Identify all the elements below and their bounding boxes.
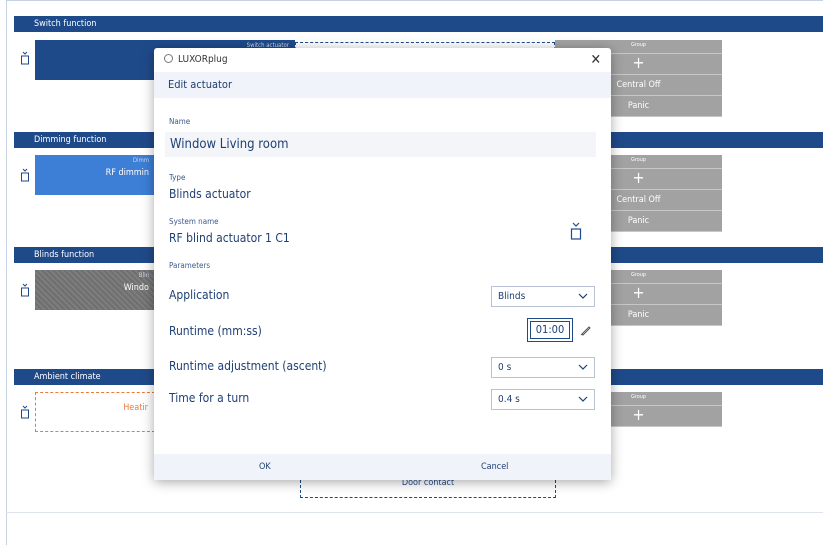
runtime-adjustment-select[interactable]: 0 s — [491, 357, 595, 378]
tile-name-label: Windo — [123, 283, 149, 293]
tile-name-label: RF dimmin — [105, 168, 149, 178]
runtime-label: Runtime (mm:ss) — [169, 324, 262, 338]
section-header-switch: Switch function — [14, 16, 823, 32]
runtime-value: 01:00 — [530, 321, 570, 339]
frame-top-border — [6, 0, 823, 1]
tile-type-label: Blin — [138, 272, 149, 279]
dialog-header: Edit actuator — [154, 72, 611, 98]
turn-time-select[interactable]: 0.4 s — [491, 389, 595, 410]
runtime-adjustment-value: 0 s — [498, 362, 512, 373]
edit-actuator-dialog: LUXORplug ✕ Edit actuator Name Type Blin… — [154, 48, 611, 480]
parameters-label: Parameters — [169, 261, 211, 270]
cancel-button[interactable]: Cancel — [481, 462, 508, 472]
runtime-input[interactable]: 01:00 — [527, 318, 573, 342]
tile-name-label: Heatir — [123, 403, 148, 413]
heating-actuator-tile[interactable]: Heatir — [35, 392, 155, 432]
application-value: Blinds — [498, 291, 526, 302]
lamp-icon[interactable] — [20, 282, 30, 297]
chevron-down-icon — [578, 364, 588, 370]
dialog-titlebar: LUXORplug ✕ — [154, 48, 611, 72]
dimmer-actuator-tile[interactable]: Dimm RF dimmin — [35, 155, 155, 195]
luxorplug-app-icon — [164, 54, 173, 63]
name-input[interactable] — [165, 132, 596, 157]
turn-time-value: 0.4 s — [498, 394, 520, 405]
application-label: Application — [169, 288, 230, 302]
dialog-footer: OK Cancel — [154, 454, 611, 480]
name-label: Name — [169, 117, 191, 126]
application-select[interactable]: Blinds — [491, 286, 595, 307]
turn-time-label: Time for a turn — [169, 391, 250, 405]
lamp-icon[interactable] — [20, 404, 30, 419]
chevron-down-icon — [578, 396, 588, 402]
runtime-adjustment-label: Runtime adjustment (ascent) — [169, 359, 327, 373]
lamp-icon — [570, 222, 582, 240]
type-value: Blinds actuator — [169, 187, 251, 201]
close-icon[interactable]: ✕ — [590, 48, 601, 72]
type-label: Type — [169, 173, 186, 182]
frame-left-border — [6, 0, 7, 545]
tile-type-label: Dimm — [132, 157, 149, 164]
system-name-label: System name — [169, 217, 219, 226]
frame-bottom-border — [6, 512, 823, 513]
system-name-value: RF blind actuator 1 C1 — [169, 231, 290, 245]
app-title: LUXORplug — [178, 54, 228, 65]
lamp-icon[interactable] — [20, 167, 30, 182]
blinds-actuator-tile[interactable]: Blin Windo — [35, 270, 155, 310]
chevron-down-icon — [578, 293, 588, 299]
ok-button[interactable]: OK — [259, 462, 271, 472]
pencil-icon[interactable] — [580, 324, 592, 336]
lamp-icon[interactable] — [20, 50, 30, 65]
